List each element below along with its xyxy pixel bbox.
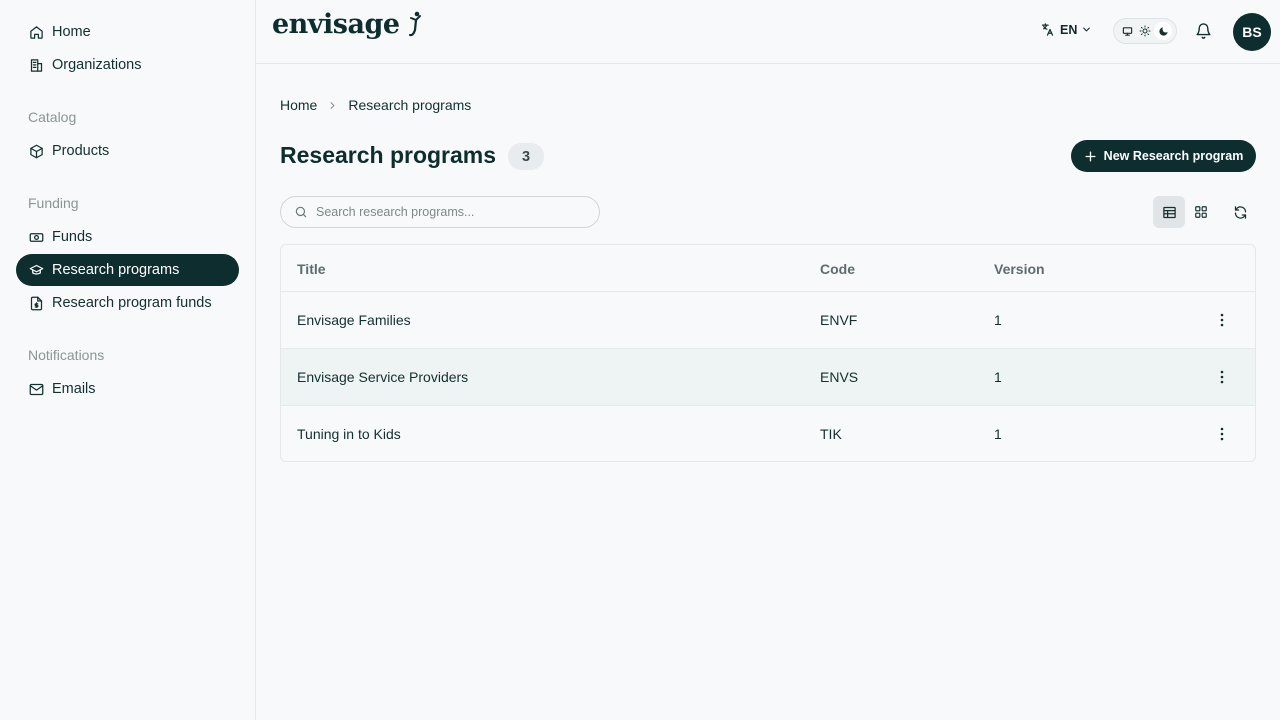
- sidebar-item-label: Home: [52, 24, 91, 40]
- column-header-code[interactable]: Code: [820, 261, 855, 277]
- research-programs-table: Title Code Version Envisage Families ENV…: [280, 244, 1256, 462]
- page-title: Research programs: [280, 142, 497, 168]
- sidebar-item-label: Research program funds: [52, 295, 212, 311]
- sidebar-item-label: Products: [52, 143, 110, 159]
- logo-text: envisage: [272, 9, 400, 40]
- refresh-button[interactable]: [1224, 196, 1256, 228]
- sun-icon[interactable]: [1136, 22, 1154, 40]
- more-options-icon[interactable]: [1210, 365, 1234, 389]
- sidebar-item-funds[interactable]: Funds: [16, 221, 239, 253]
- breadcrumb: Home Research programs: [280, 97, 471, 113]
- package-icon: [28, 143, 44, 159]
- home-icon: [28, 24, 44, 40]
- sidebar-item-label: Emails: [52, 381, 96, 397]
- chevron-right-icon: [327, 100, 338, 111]
- sidebar-item-research-programs[interactable]: Research programs: [16, 254, 239, 286]
- cell-title: Envisage Families: [297, 312, 411, 328]
- table-view-button[interactable]: [1153, 196, 1185, 228]
- table-icon: [1162, 205, 1177, 220]
- sidebar-item-label: Funds: [52, 229, 93, 245]
- grid-view-button[interactable]: [1185, 196, 1217, 228]
- plus-icon: [1084, 150, 1097, 163]
- search-input[interactable]: [316, 205, 576, 219]
- sidebar: Home Organizations Catalog Products Fund…: [0, 0, 256, 720]
- language-label: EN: [1060, 22, 1078, 37]
- logo-figure-icon: [409, 11, 422, 37]
- section-label-funding: Funding: [28, 195, 79, 211]
- count-badge: 3: [508, 143, 544, 170]
- table-row[interactable]: Envisage Families ENVF 1: [281, 292, 1255, 349]
- new-research-program-button[interactable]: New Research program: [1071, 140, 1256, 172]
- file-dollar-icon: [28, 295, 44, 311]
- mail-icon: [28, 381, 44, 397]
- monitor-icon[interactable]: [1118, 22, 1136, 40]
- new-button-label: New Research program: [1103, 149, 1244, 163]
- notifications-bell-icon[interactable]: [1195, 22, 1212, 45]
- avatar[interactable]: BS: [1233, 13, 1271, 51]
- sidebar-item-label: Research programs: [52, 262, 180, 278]
- table-row[interactable]: Tuning in to Kids TIK 1: [281, 406, 1255, 461]
- sidebar-item-label: Organizations: [52, 57, 142, 73]
- cell-version: 1: [994, 312, 1002, 328]
- building-icon: [28, 57, 44, 73]
- column-header-title[interactable]: Title: [297, 261, 326, 277]
- section-label-notifications: Notifications: [28, 347, 105, 363]
- table-header: Title Code Version: [281, 245, 1255, 292]
- cell-version: 1: [994, 426, 1002, 442]
- cell-code: ENVS: [820, 369, 859, 385]
- cell-title: Envisage Service Providers: [297, 369, 469, 385]
- breadcrumb-home[interactable]: Home: [280, 97, 317, 113]
- chevron-down-icon: [1081, 24, 1092, 35]
- column-header-version[interactable]: Version: [994, 261, 1045, 277]
- cell-title: Tuning in to Kids: [297, 426, 401, 442]
- breadcrumb-current: Research programs: [348, 97, 472, 113]
- cell-code: ENVF: [820, 312, 858, 328]
- more-options-icon[interactable]: [1210, 308, 1234, 332]
- search-icon: [294, 205, 308, 219]
- more-options-icon[interactable]: [1210, 422, 1234, 446]
- sidebar-item-emails[interactable]: Emails: [16, 373, 239, 405]
- top-header: envisage EN BS: [256, 0, 1280, 64]
- sidebar-item-research-program-funds[interactable]: Research program funds: [16, 287, 239, 319]
- banknote-icon: [28, 229, 44, 245]
- logo[interactable]: envisage: [272, 9, 422, 40]
- moon-icon[interactable]: [1154, 22, 1172, 40]
- sidebar-item-home[interactable]: Home: [16, 16, 239, 48]
- search-box: [280, 196, 600, 228]
- table-row[interactable]: Envisage Service Providers ENVS 1: [281, 349, 1255, 406]
- view-toggle: [1153, 196, 1217, 228]
- section-label-catalog: Catalog: [28, 109, 77, 125]
- translate-icon: [1040, 22, 1055, 37]
- refresh-icon: [1233, 205, 1248, 220]
- cell-version: 1: [994, 369, 1002, 385]
- language-selector[interactable]: EN: [1040, 22, 1092, 37]
- sidebar-item-products[interactable]: Products: [16, 135, 239, 167]
- theme-toggle[interactable]: [1113, 18, 1177, 44]
- grid-icon: [1194, 205, 1208, 219]
- cell-code: TIK: [820, 426, 842, 442]
- graduation-cap-icon: [28, 262, 44, 278]
- sidebar-item-organizations[interactable]: Organizations: [16, 49, 239, 81]
